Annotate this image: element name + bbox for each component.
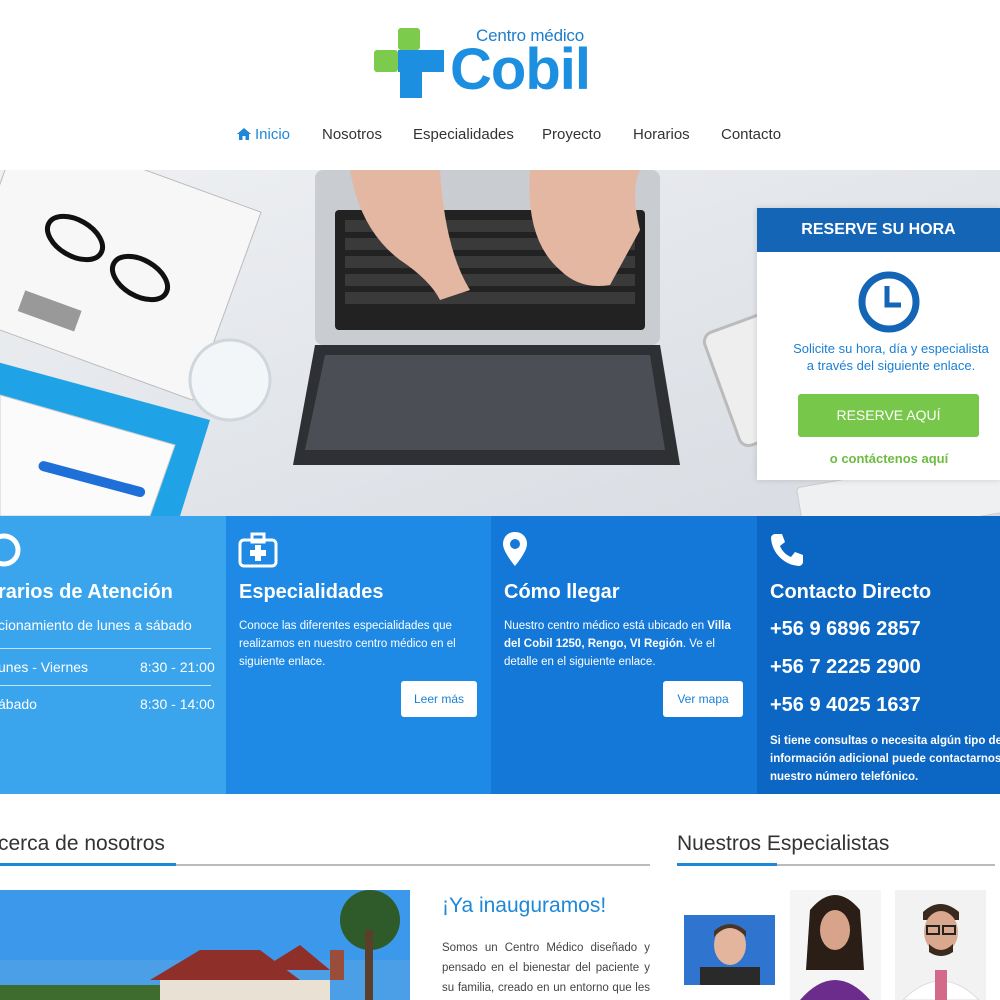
logo-title: Cobil <box>450 37 591 102</box>
nav-item-horarios[interactable]: Horarios <box>633 126 690 143</box>
horarios-panel: rarios de Atención cionamiento de lunes … <box>0 516 226 794</box>
contacto-text: Si tiene consultas o necesita algún tipo… <box>770 735 1000 783</box>
specialist-photo[interactable] <box>790 890 881 1000</box>
section-divider-accent <box>677 863 777 866</box>
como-llegar-title: Cómo llegar <box>504 581 620 603</box>
hero-banner: RESERVE SU HORA Solicite su hora, día y … <box>0 170 1000 516</box>
nav-item-contacto[interactable]: Contacto <box>721 126 781 143</box>
map-pin-icon <box>503 532 527 566</box>
schedule-day: unes - Viernes <box>0 659 89 675</box>
schedule-hours: 8:30 - 21:00 <box>140 659 215 675</box>
contact-link[interactable]: o contáctenos aquí <box>757 451 1000 466</box>
reserve-description: Solicite su hora, día y especialista a t… <box>793 341 989 373</box>
info-band: rarios de Atención cionamiento de lunes … <box>0 516 1000 794</box>
nav-item-inicio[interactable]: Inicio <box>237 126 290 143</box>
especialidades-text: Conoce las diferentes especialidades que… <box>239 620 456 668</box>
schedule-day: ábado <box>0 696 37 712</box>
home-icon <box>237 128 251 140</box>
news-title: ¡Ya inauguramos! <box>442 894 607 917</box>
horarios-subtitle: cionamiento de lunes a sábado <box>0 617 192 633</box>
como-llegar-panel: Cómo llegar Nuestro centro médico está u… <box>491 516 757 794</box>
como-llegar-text: Nuestro centro médico está ubicado en Vi… <box>504 620 731 668</box>
contacto-title: Contacto Directo <box>770 581 932 603</box>
nav-item-proyecto[interactable]: Proyecto <box>542 126 601 143</box>
specialist-photo[interactable] <box>684 915 775 985</box>
section-divider-accent <box>0 863 176 866</box>
nav-item-nosotros[interactable]: Nosotros <box>322 126 382 143</box>
phone-number[interactable]: +56 9 4025 1637 <box>770 694 921 717</box>
leer-mas-button[interactable]: Leer más <box>401 681 477 717</box>
phone-number[interactable]: +56 9 6896 2857 <box>770 618 921 641</box>
reserve-title: RESERVE SU HORA <box>757 208 1000 252</box>
ver-mapa-button[interactable]: Ver mapa <box>663 681 743 717</box>
horarios-title: rarios de Atención <box>0 581 173 603</box>
medkit-icon <box>238 532 278 568</box>
especialistas-title: Nuestros Especialistas <box>677 832 890 855</box>
divider <box>0 648 211 649</box>
site-header: Centro médico Cobil Inicio Nosotros Espe… <box>0 0 1000 170</box>
phone-number[interactable]: +56 7 2225 2900 <box>770 656 921 679</box>
divider <box>0 685 211 686</box>
specialist-photo[interactable] <box>895 890 986 1000</box>
clock-icon <box>858 271 920 333</box>
nav-item-especialidades[interactable]: Especialidades <box>413 126 514 143</box>
news-text: Somos un Centro Médico diseñado y pensad… <box>442 942 650 994</box>
reserve-button[interactable]: RESERVE AQUÍ <box>798 394 979 437</box>
clinic-photo <box>0 890 410 1000</box>
especialidades-panel: Especialidades Conoce las diferentes esp… <box>226 516 491 794</box>
acerca-title: cerca de nosotros <box>0 832 165 855</box>
contacto-panel: Contacto Directo +56 9 6896 2857 +56 7 2… <box>757 516 1000 794</box>
schedule-hours: 8:30 - 14:00 <box>140 696 215 712</box>
clock-icon <box>0 533 21 567</box>
main-nav: Inicio Nosotros Especialidades Proyecto … <box>0 126 1000 148</box>
cross-logo-icon <box>374 28 444 98</box>
phone-icon <box>771 534 803 566</box>
reserve-panel: RESERVE SU HORA Solicite su hora, día y … <box>757 208 1000 480</box>
logo[interactable]: Centro médico Cobil <box>374 24 614 104</box>
especialidades-title: Especialidades <box>239 581 384 603</box>
